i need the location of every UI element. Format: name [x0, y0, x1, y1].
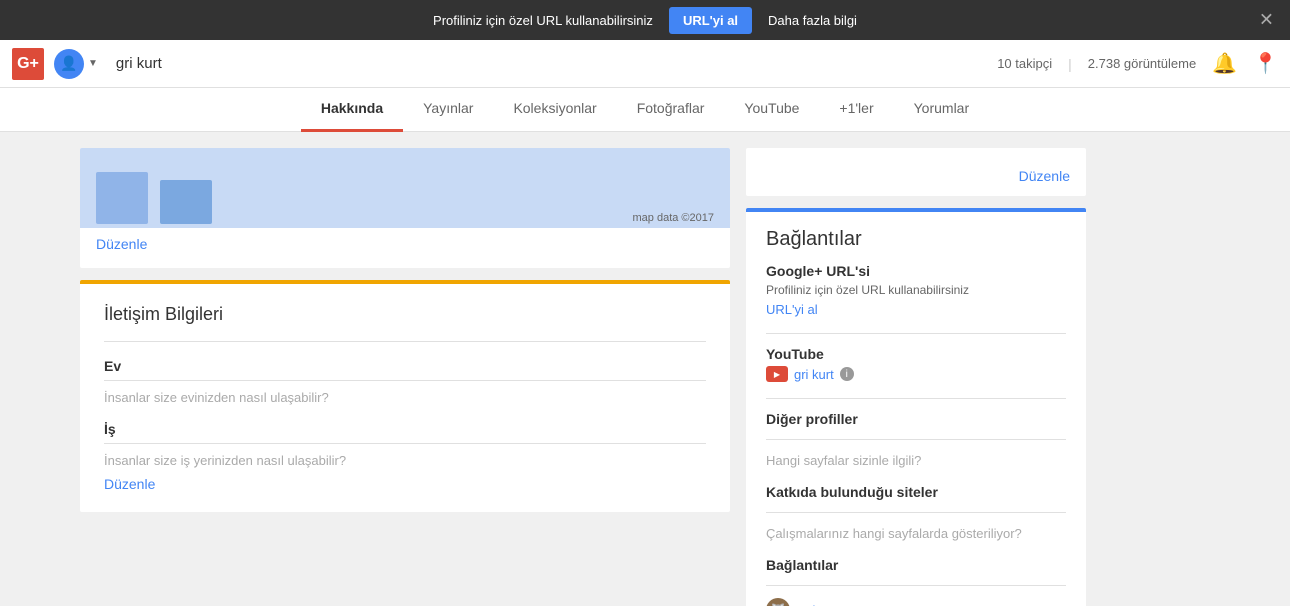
header: G+ 👤 ▼ 10 takipçi | 2.738 görüntüleme 🔔 …: [0, 40, 1290, 88]
views-count: 2.738 görüntüleme: [1088, 56, 1196, 71]
google-url-section: Google+ URL'si Profiliniz için özel URL …: [766, 263, 1066, 317]
location-button[interactable]: 📍: [1253, 51, 1278, 76]
map-data-text: map data ©2017: [633, 212, 715, 224]
search-input[interactable]: [108, 51, 987, 76]
tab-plus1ler[interactable]: +1'ler: [819, 88, 893, 132]
ev-section: Ev İnsanlar size evinizden nasıl ulaşabi…: [104, 358, 706, 405]
other-profiles-section: Diğer profiller Hangi sayfalar sizinle i…: [766, 411, 1066, 468]
connections-card: Bağlantılar Google+ URL'si Profiliniz iç…: [746, 208, 1086, 606]
links-section: Bağlantılar 🐺 Gri Kurt: [766, 557, 1066, 606]
nav-tabs: Hakkında Yayınlar Koleksiyonlar Fotoğraf…: [0, 88, 1290, 132]
contact-edit-link[interactable]: Düzenle: [104, 476, 155, 492]
divider-2: [766, 398, 1066, 399]
google-url-link[interactable]: URL'yi al: [766, 302, 818, 317]
youtube-section: YouTube gri kurt i: [766, 346, 1066, 382]
google-url-label: Google+ URL'si: [766, 263, 1066, 279]
is-label: İş: [104, 421, 706, 437]
youtube-row: gri kurt i: [766, 366, 1066, 382]
tab-koleksiyonlar[interactable]: Koleksiyonlar: [493, 88, 616, 132]
main-content: map data ©2017 Düzenle İletişim Bilgiler…: [0, 132, 1290, 606]
left-column: map data ©2017 Düzenle İletişim Bilgiler…: [80, 148, 730, 590]
ev-divider: [104, 380, 706, 381]
youtube-icon: [766, 366, 788, 382]
links-label: Bağlantılar: [766, 557, 1066, 573]
ev-label: Ev: [104, 358, 706, 374]
divider-3: [766, 439, 1066, 440]
map-edit-link[interactable]: Düzenle: [96, 236, 147, 252]
avatar: 👤: [54, 49, 84, 79]
tab-hakkinda[interactable]: Hakkında: [301, 88, 403, 132]
divider-5: [766, 585, 1066, 586]
url-button[interactable]: URL'yi al: [669, 7, 752, 34]
youtube-channel-name[interactable]: gri kurt: [794, 367, 834, 382]
map-image-1: [96, 172, 148, 224]
map-image-2: [160, 180, 212, 224]
tab-fotograflar[interactable]: Fotoğraflar: [617, 88, 725, 132]
connections-title: Bağlantılar: [766, 212, 1066, 263]
stats-divider: |: [1068, 56, 1072, 72]
wolf-link[interactable]: 🐺 Gri Kurt: [766, 598, 1066, 606]
contributing-section: Katkıda bulunduğu siteler Çalışmalarınız…: [766, 484, 1066, 541]
notifications-button[interactable]: 🔔: [1212, 51, 1237, 76]
more-info-link[interactable]: Daha fazla bilgi: [768, 13, 857, 28]
tab-yayinlar[interactable]: Yayınlar: [403, 88, 493, 132]
tab-yorumlar[interactable]: Yorumlar: [894, 88, 990, 132]
google-url-sub: Profiliniz için özel URL kullanabilirsin…: [766, 283, 1066, 297]
chevron-down-icon: ▼: [88, 58, 98, 69]
header-right: 10 takipçi | 2.738 görüntüleme 🔔 📍: [997, 51, 1278, 76]
gplus-logo: G+: [12, 48, 44, 80]
notification-bar: Profiliniz için özel URL kullanabilirsin…: [0, 0, 1290, 40]
contact-card: İletişim Bilgileri Ev İnsanlar size evin…: [80, 280, 730, 512]
right-column: Düzenle Bağlantılar Google+ URL'si Profi…: [746, 148, 1086, 590]
is-placeholder: İnsanlar size iş yerinizden nasıl ulaşab…: [104, 453, 346, 468]
followers-count: 10 takipçi: [997, 56, 1052, 71]
notification-text: Profiliniz için özel URL kullanabilirsin…: [433, 13, 653, 28]
divider-4: [766, 512, 1066, 513]
info-icon[interactable]: i: [840, 367, 854, 381]
contributing-placeholder: Çalışmalarınız hangi sayfalarda gösteril…: [766, 526, 1022, 541]
top-partial-edit-link[interactable]: Düzenle: [1019, 168, 1070, 184]
contributing-label: Katkıda bulunduğu siteler: [766, 484, 1066, 500]
wolf-link-label: Gri Kurt: [798, 603, 843, 606]
other-profiles-placeholder: Hangi sayfalar sizinle ilgili?: [766, 453, 921, 468]
avatar-button[interactable]: 👤 ▼: [54, 49, 98, 79]
wolf-avatar: 🐺: [766, 598, 790, 606]
top-partial-card: Düzenle: [746, 148, 1086, 196]
divider-1: [766, 333, 1066, 334]
youtube-label: YouTube: [766, 346, 1066, 362]
map-placeholder: map data ©2017: [80, 148, 730, 228]
tab-youtube[interactable]: YouTube: [724, 88, 819, 132]
ev-placeholder: İnsanlar size evinizden nasıl ulaşabilir…: [104, 390, 329, 405]
is-divider: [104, 443, 706, 444]
is-section: İş İnsanlar size iş yerinizden nasıl ula…: [104, 421, 706, 468]
other-profiles-label: Diğer profiller: [766, 411, 1066, 427]
contact-card-title: İletişim Bilgileri: [104, 284, 706, 342]
close-notification-button[interactable]: ✕: [1259, 10, 1274, 31]
map-card: map data ©2017 Düzenle: [80, 148, 730, 268]
